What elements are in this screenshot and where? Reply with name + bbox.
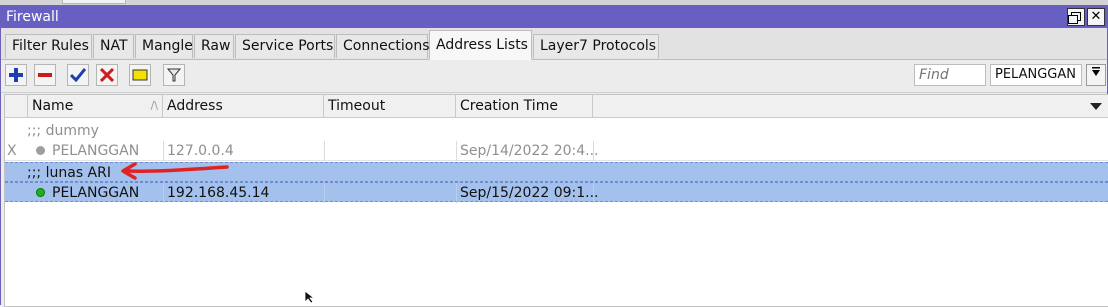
- enable-button[interactable]: [67, 64, 89, 86]
- table-header: Name /\ Address Timeout Creation Time: [5, 95, 1108, 118]
- tab-layer7-protocols[interactable]: Layer7 Protocols: [533, 34, 659, 58]
- cell-divider: [163, 141, 164, 161]
- firewall-window: Firewall ✕ Filter Rules NAT Mangle Raw S…: [0, 5, 1108, 307]
- toolbar: PELANGGAN: [1, 60, 1107, 93]
- restore-icon[interactable]: [1067, 8, 1085, 26]
- cell-divider: [324, 183, 325, 203]
- table-row[interactable]: ;;; dummy: [5, 121, 1108, 141]
- list-filter-select[interactable]: PELANGGAN: [990, 64, 1082, 86]
- column-name[interactable]: Name /\: [28, 95, 163, 117]
- row-comment: ;;; lunas ARI: [27, 165, 111, 181]
- comment-icon: [132, 69, 148, 81]
- row-name-text: PELANGGAN: [52, 185, 140, 201]
- tab-address-lists[interactable]: Address Lists: [429, 30, 532, 60]
- tab-connections[interactable]: Connections: [336, 34, 430, 58]
- row-name-text: PELANGGAN: [52, 143, 140, 159]
- remove-icon: [38, 73, 52, 77]
- row-comment: ;;; dummy: [27, 123, 99, 139]
- column-menu-icon[interactable]: [1090, 103, 1102, 110]
- table-row-selected[interactable]: PELANGGAN 192.168.45.14 Sep/15/2022 09:1…: [5, 182, 1108, 203]
- tab-mangle[interactable]: Mangle: [135, 34, 193, 58]
- filter-button[interactable]: [163, 64, 185, 86]
- enable-icon: [70, 68, 86, 82]
- column-timeout[interactable]: Timeout: [324, 95, 456, 117]
- tab-stub: [62, 0, 126, 4]
- row-flag: X: [7, 143, 17, 159]
- comment-button[interactable]: [129, 64, 151, 86]
- cell-divider: [163, 183, 164, 203]
- status-enabled-icon: [36, 187, 45, 197]
- tab-service-ports[interactable]: Service Ports: [235, 34, 335, 58]
- row-name: PELANGGAN: [36, 141, 139, 161]
- row-address: 192.168.45.14: [167, 185, 270, 201]
- cell-divider: [593, 183, 594, 203]
- filter-icon: [167, 68, 181, 82]
- add-button[interactable]: [5, 64, 27, 86]
- table-row[interactable]: X PELANGGAN 127.0.0.4 Sep/14/2022 20:4..…: [5, 141, 1108, 161]
- cell-divider: [456, 183, 457, 203]
- remove-button[interactable]: [34, 64, 56, 86]
- window-titlebar[interactable]: Firewall ✕: [1, 6, 1107, 28]
- add-icon: [9, 68, 23, 82]
- disable-icon: [100, 68, 114, 82]
- find-input[interactable]: [914, 64, 986, 86]
- column-name-label: Name: [32, 98, 74, 114]
- dropdown-arrow-icon[interactable]: [1086, 64, 1106, 86]
- status-disabled-icon: [36, 145, 45, 155]
- column-creation-time[interactable]: Creation Time: [456, 95, 593, 117]
- mouse-cursor-icon: [304, 290, 316, 304]
- tab-nat[interactable]: NAT: [93, 34, 134, 58]
- row-address: 127.0.0.4: [167, 143, 234, 159]
- sort-indicator-icon: /\: [150, 99, 158, 112]
- cell-divider: [456, 141, 457, 161]
- address-list-table: Name /\ Address Timeout Creation Time ;;;…: [4, 94, 1108, 307]
- dropdown-arrow-glyph: [1092, 67, 1100, 76]
- row-creation-time: Sep/14/2022 20:4...: [460, 143, 599, 159]
- tab-raw[interactable]: Raw: [194, 34, 234, 58]
- close-icon[interactable]: ✕: [1087, 8, 1105, 26]
- tab-bar: Filter Rules NAT Mangle Raw Service Port…: [1, 28, 1107, 60]
- cell-divider: [324, 141, 325, 161]
- annotation-arrow-icon: [121, 162, 229, 180]
- column-address[interactable]: Address: [163, 95, 324, 117]
- tab-filter-rules[interactable]: Filter Rules: [5, 34, 92, 58]
- row-creation-time: Sep/15/2022 09:1...: [460, 185, 599, 201]
- cell-divider: [593, 141, 594, 161]
- disable-button[interactable]: [96, 64, 118, 86]
- row-name: PELANGGAN: [36, 183, 139, 203]
- flag-column-header[interactable]: [5, 95, 28, 117]
- window-title: Firewall: [6, 9, 59, 25]
